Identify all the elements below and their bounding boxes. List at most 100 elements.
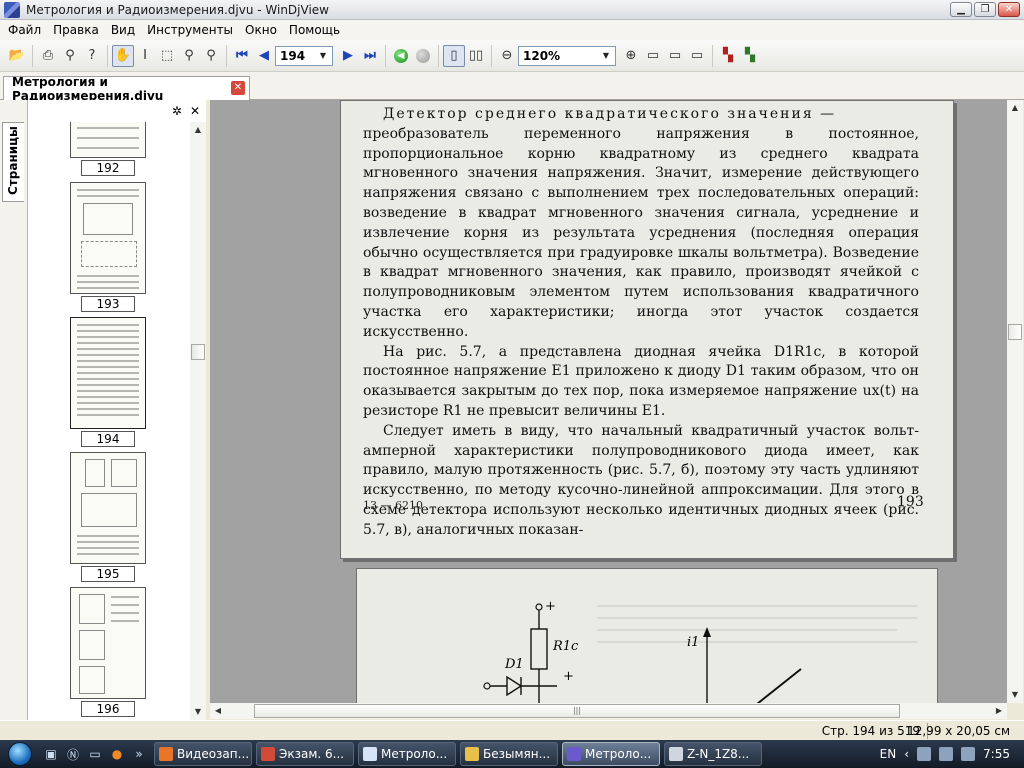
last-page-icon[interactable]: ⏭ (359, 45, 381, 67)
scroll-up-icon[interactable]: ▲ (1007, 100, 1023, 116)
app-icon (4, 1, 20, 18)
language-indicator[interactable]: EN (880, 747, 897, 761)
scroll-up-icon[interactable]: ▲ (190, 122, 206, 138)
scroll-down-icon[interactable]: ▼ (1007, 687, 1023, 703)
taskbar-button-word[interactable]: Метроло... (358, 742, 456, 766)
page-thumbnail[interactable] (70, 182, 146, 294)
actual-size-icon[interactable]: ▭ (686, 45, 708, 67)
thumbnail-page-number: 192 (81, 160, 135, 176)
toolbar-separator (226, 44, 227, 67)
page-number-combo[interactable]: 194 ▼ (275, 45, 333, 66)
chevron-down-icon[interactable]: ▼ (316, 49, 330, 63)
menu-file[interactable]: Файл (2, 23, 47, 37)
menu-view[interactable]: Вид (105, 23, 141, 37)
page-thumbnail[interactable] (70, 587, 146, 699)
pages-sidebar-tab[interactable]: Страницы (2, 122, 24, 202)
find-icon[interactable]: ⚲ (59, 45, 81, 67)
pin-icon[interactable]: ✲ (172, 104, 182, 118)
zoom-combo[interactable]: 120% ▼ (518, 45, 616, 66)
fit-page-icon[interactable]: ▭ (642, 45, 664, 67)
chevron-down-icon[interactable]: ▼ (599, 49, 613, 63)
page-thumbnail[interactable] (70, 122, 146, 158)
paragraph-3: Следует иметь в виду, что начальный квад… (363, 422, 919, 538)
toolbar-separator (32, 44, 33, 67)
taskbar-button-video[interactable]: Видеозап... (154, 742, 252, 766)
zoom-in-icon[interactable]: ⊕ (620, 45, 642, 67)
hand-tool-icon[interactable]: ✋ (112, 44, 134, 67)
document-horizontal-scrollbar[interactable]: ◀ ||| ▶ (210, 703, 1007, 719)
page-thumbnail[interactable] (70, 452, 146, 564)
thumbnail-item[interactable]: 195 (70, 452, 146, 582)
rect-select-icon[interactable]: ⬚ (156, 45, 178, 67)
back-icon[interactable]: ◀ (390, 45, 412, 67)
volume-icon[interactable] (961, 747, 976, 761)
open-folder-icon[interactable]: 📂 (6, 45, 28, 67)
scrollbar-thumb[interactable]: ||| (254, 704, 900, 718)
windows-orb-icon (8, 742, 32, 766)
thumbnail-item[interactable]: 193 (70, 182, 146, 312)
taskbar-button-exam[interactable]: Экзам. 6... (256, 742, 354, 766)
quicklaunch-n-icon[interactable]: Ⓝ (62, 743, 84, 765)
menu-help[interactable]: Помощь (283, 23, 346, 37)
toolbar-separator (712, 44, 713, 67)
taskbar: ▣ Ⓝ ▭ ● » Видеозап... Экзам. 6... Метрол… (0, 740, 1024, 768)
show-desktop-icon[interactable]: ▣ (40, 743, 62, 765)
fit-width-icon[interactable]: ▭ (664, 45, 686, 67)
scrollbar-thumb[interactable] (1008, 324, 1022, 340)
start-button[interactable] (0, 740, 40, 768)
text-select-icon[interactable]: I (134, 45, 156, 67)
zoom-icon[interactable]: ⚲ (178, 45, 200, 67)
thumbnail-item[interactable]: 192 (70, 122, 146, 176)
paragraph-1: преобразователь переменного напряжения в… (363, 125, 919, 340)
two-page-icon[interactable]: ▯▯ (465, 45, 487, 67)
layers-icon[interactable]: ▚ (739, 45, 761, 67)
scrollbar-thumb[interactable] (191, 344, 205, 360)
thumbnail-item[interactable]: 194 (70, 317, 146, 447)
minimize-button[interactable]: ▁ (950, 2, 972, 17)
document-view[interactable]: Детектор среднего квадратического значен… (210, 100, 1007, 703)
firefox-icon[interactable]: ● (106, 743, 128, 765)
scroll-left-icon[interactable]: ◀ (210, 703, 226, 719)
network-icon[interactable] (939, 747, 954, 761)
page-thumbnail[interactable] (70, 317, 146, 429)
menu-window[interactable]: Окно (239, 23, 283, 37)
close-tab-icon[interactable]: ✕ (231, 81, 245, 95)
pdf-icon (261, 747, 275, 761)
toolbar-separator (107, 44, 108, 67)
help-icon[interactable]: ? (81, 45, 103, 67)
single-page-icon[interactable]: ▯ (443, 44, 465, 67)
thumbnails-scrollbar[interactable]: ▲ ▼ (190, 122, 206, 720)
display-mode-icon[interactable]: ▚ (717, 45, 739, 67)
pages-sidebar-tab-label: Страницы (6, 126, 20, 195)
scroll-right-icon[interactable]: ▶ (991, 703, 1007, 719)
taskbar-button-label: Экзам. 6... (279, 747, 345, 761)
zoom-rect-icon[interactable]: ⚲ (200, 45, 222, 67)
taskbar-button-zn[interactable]: Z-N_1Z8... (664, 742, 762, 766)
restore-button[interactable]: ❐ (974, 2, 996, 17)
scroll-down-icon[interactable]: ▼ (190, 704, 206, 720)
thumbnail-item[interactable]: 196 (70, 587, 146, 717)
thumbnail-page-number: 194 (81, 431, 135, 447)
taskbar-button-windjview[interactable]: Метроло... (562, 742, 660, 766)
quicklaunch-overflow-icon[interactable]: » (128, 743, 150, 765)
close-pane-icon[interactable]: ✕ (190, 104, 200, 118)
tray-expand-icon[interactable]: ‹ (904, 747, 909, 761)
clock[interactable]: 7:55 (983, 747, 1010, 761)
tray-icon[interactable] (917, 747, 932, 761)
prev-page-icon[interactable]: ◀ (253, 45, 275, 67)
document-tab[interactable]: Метрология и Радиоизмерения.djvu ✕ (3, 75, 250, 103)
menu-tools[interactable]: Инструменты (141, 23, 239, 37)
menu-edit[interactable]: Правка (47, 23, 105, 37)
taskbar-button-paint[interactable]: Безымян... (460, 742, 558, 766)
thumbnail-list[interactable]: 192 193 194 195 196 (28, 122, 190, 720)
quicklaunch-monitor-icon[interactable]: ▭ (84, 743, 106, 765)
close-button[interactable]: ✕ (998, 2, 1020, 17)
circuit-figure (483, 603, 802, 703)
zoom-out-icon[interactable]: ⊖ (496, 45, 518, 67)
document-vertical-scrollbar[interactable]: ▲ ▼ (1007, 100, 1023, 703)
first-page-icon[interactable]: ⏮ (231, 45, 253, 67)
forward-icon[interactable] (412, 45, 434, 67)
print-icon[interactable]: ⎙ (37, 45, 59, 67)
next-page-icon[interactable]: ▶ (337, 45, 359, 67)
toolbar: 📂 ⎙ ⚲ ? ✋ I ⬚ ⚲ ⚲ ⏮ ◀ 194 ▼ ▶ ⏭ ◀ ▯ ▯▯ ⊖… (0, 40, 1024, 72)
